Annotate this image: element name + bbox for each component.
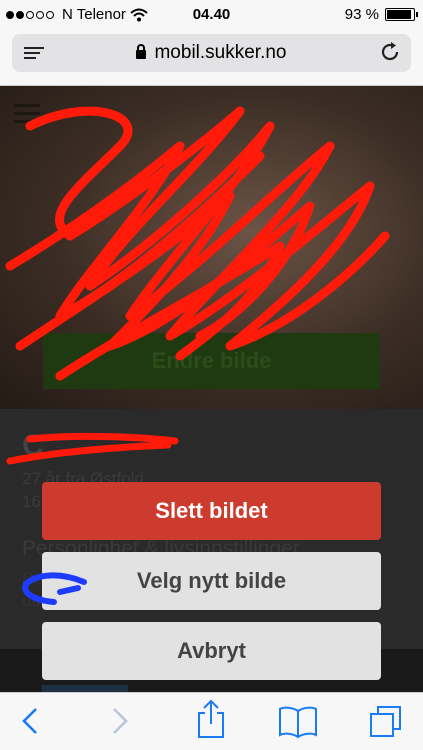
browser-toolbar — [0, 692, 423, 750]
lock-icon — [136, 44, 147, 59]
choose-new-photo-button[interactable]: Velg nytt bilde — [42, 552, 381, 610]
reload-icon[interactable] — [379, 41, 401, 63]
tabs-icon[interactable] — [368, 703, 404, 739]
address-bar[interactable]: mobil.sukker.no — [12, 34, 411, 72]
forward-icon[interactable] — [108, 703, 132, 739]
profile-photo: Endre bilde — [0, 86, 423, 409]
battery-percent: 93 % — [344, 6, 379, 23]
blue-arrow-annotation — [22, 572, 87, 605]
status-right: 93 % — [344, 6, 418, 23]
red-scribble-name — [6, 432, 179, 465]
status-bar: N Telenor 04.40 93 % — [0, 0, 423, 30]
browser-url-area: mobil.sukker.no — [0, 30, 423, 86]
url-display[interactable]: mobil.sukker.no — [12, 42, 411, 64]
share-icon[interactable] — [196, 699, 226, 739]
battery-icon — [385, 8, 418, 21]
profile-extra: 16 — [22, 492, 41, 511]
red-scribble-redaction — [5, 106, 390, 381]
back-icon[interactable] — [18, 703, 42, 739]
bookmarks-icon[interactable] — [278, 703, 318, 739]
cancel-button[interactable]: Avbryt — [42, 622, 381, 680]
bottom-button — [42, 685, 128, 692]
url-text: mobil.sukker.no — [154, 42, 287, 63]
delete-photo-button[interactable]: Slett bildet — [42, 482, 381, 540]
